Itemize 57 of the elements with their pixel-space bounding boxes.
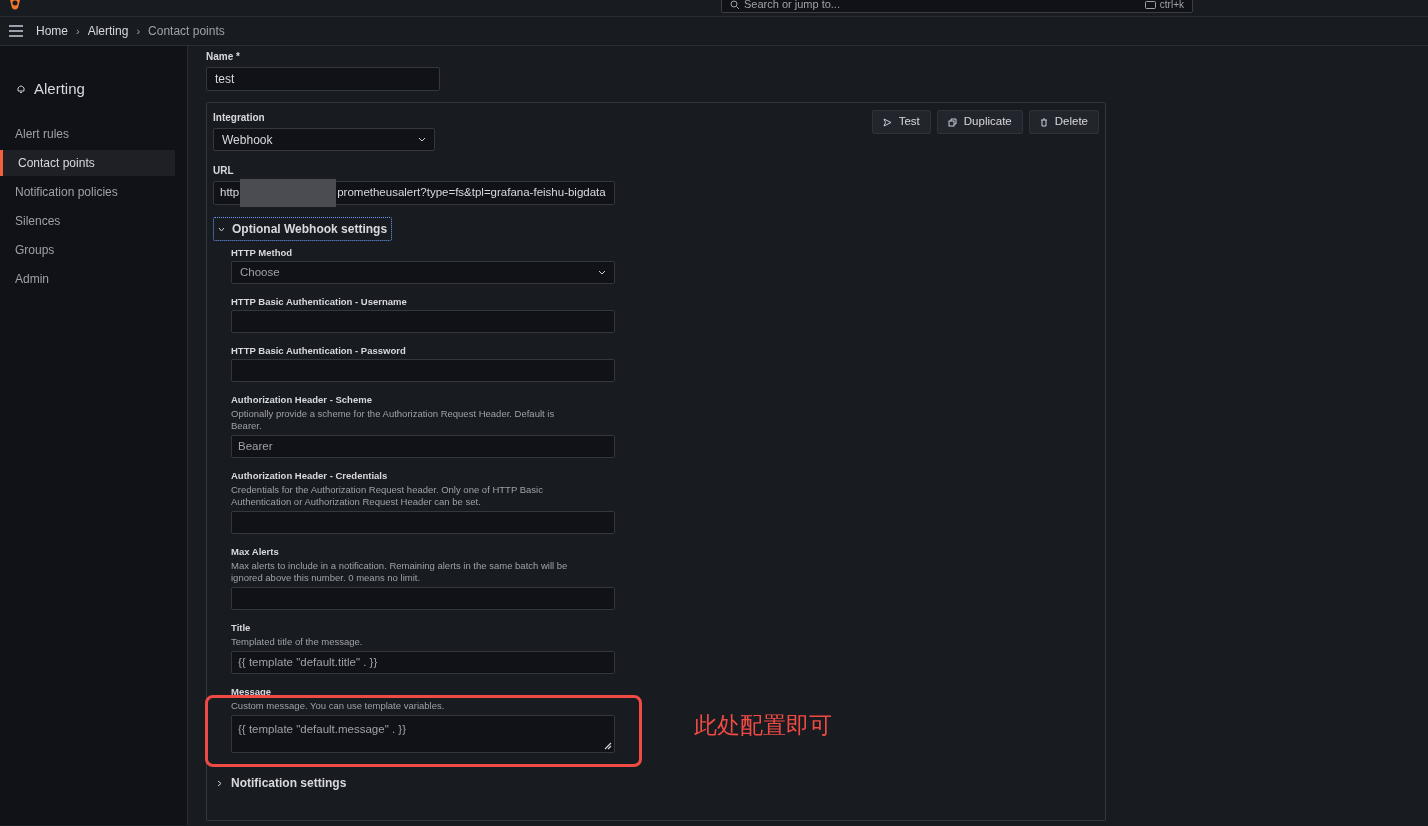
duplicate-button[interactable]: Duplicate <box>936 110 1023 134</box>
breadcrumb-link[interactable]: Alerting <box>87 22 129 40</box>
menu-icon[interactable] <box>8 25 24 37</box>
field-label: Max Alerts <box>231 546 279 558</box>
field-label: HTTP Basic Authentication - Username <box>231 296 407 308</box>
chevron-down-icon <box>418 137 426 142</box>
trash-icon <box>1039 117 1048 127</box>
annotation-text: 此处配置即可 <box>694 711 832 740</box>
input-field[interactable] <box>231 511 615 534</box>
input-field[interactable]: {{ template "default.title" . }} <box>231 651 615 674</box>
field-label: HTTP Basic Authentication - Password <box>231 345 406 357</box>
field-label: Message <box>231 686 272 698</box>
field-label: HTTP Method <box>231 247 293 259</box>
field-label: Authorization Header - Credentials <box>231 470 388 482</box>
sidebar-item[interactable]: Alert rules <box>0 120 175 147</box>
search-placeholder: Search or jump to... <box>744 0 840 10</box>
select-field[interactable]: Choose <box>231 261 615 284</box>
search-field[interactable]: Search or jump to... ctrl+k <box>721 0 1193 13</box>
section-toggle[interactable]: Notification settings <box>213 773 351 793</box>
sidebar-item[interactable]: Admin <box>0 265 175 292</box>
url-input[interactable]: http prometheusalert?type=fs&tpl=grafana-feishu-bigdata <box>213 181 615 205</box>
input-field[interactable] <box>231 587 615 610</box>
delete-button[interactable]: Delete <box>1028 110 1099 134</box>
shortcut-hint: ctrl+k <box>1159 0 1184 10</box>
sidebar-item[interactable]: Contact points <box>0 149 175 176</box>
sidebar-item[interactable]: Silences <box>0 207 175 234</box>
send-icon <box>882 117 892 127</box>
field-label: Name * <box>206 50 240 64</box>
input-field[interactable] <box>231 359 615 382</box>
input-field[interactable] <box>231 310 615 333</box>
resize-handle-icon[interactable] <box>604 742 612 750</box>
breadcrumb-separator: › <box>76 23 80 39</box>
message-textarea[interactable]: {{ template "default.message" . }} <box>231 715 615 753</box>
field-description: Custom message. You can use template variables. <box>231 700 446 712</box>
field-description: Credentials for the Authorization Request header. Only one of HTTP Basic Authentication or Authorization Request Header can be set. <box>231 484 544 508</box>
search-icon <box>730 0 740 10</box>
sidebar-title: Alerting <box>34 79 85 99</box>
input-field[interactable]: Bearer <box>231 435 615 458</box>
chevron-down-icon <box>598 270 606 275</box>
sidebar-item[interactable]: Notification policies <box>0 178 175 205</box>
field-description: Templated title of the message. <box>231 636 364 648</box>
breadcrumb-link[interactable]: Home <box>36 22 68 40</box>
field-description: Optionally provide a scheme for the Authorization Request Header. Default is Bearer. <box>231 408 556 432</box>
field-label: Title <box>231 622 251 634</box>
integration-select[interactable]: Webhook <box>213 128 435 151</box>
field-description: Max alerts to include in a notification. Remaining alerts in the same batch will be ignored above this number. 0 means no limit. <box>231 560 569 584</box>
bell-icon <box>16 84 26 95</box>
copy-icon <box>947 117 957 127</box>
keyboard-icon <box>1144 0 1156 9</box>
name-input[interactable]: test <box>206 67 440 91</box>
field-label: Integration <box>213 111 265 125</box>
sidebar-item[interactable]: Groups <box>0 236 175 263</box>
breadcrumb-separator: › <box>136 23 141 39</box>
test-button[interactable]: Test <box>871 110 931 134</box>
field-label: URL <box>213 164 234 178</box>
field-label: Authorization Header - Scheme <box>231 394 372 406</box>
breadcrumb-current: Contact points <box>148 23 225 40</box>
